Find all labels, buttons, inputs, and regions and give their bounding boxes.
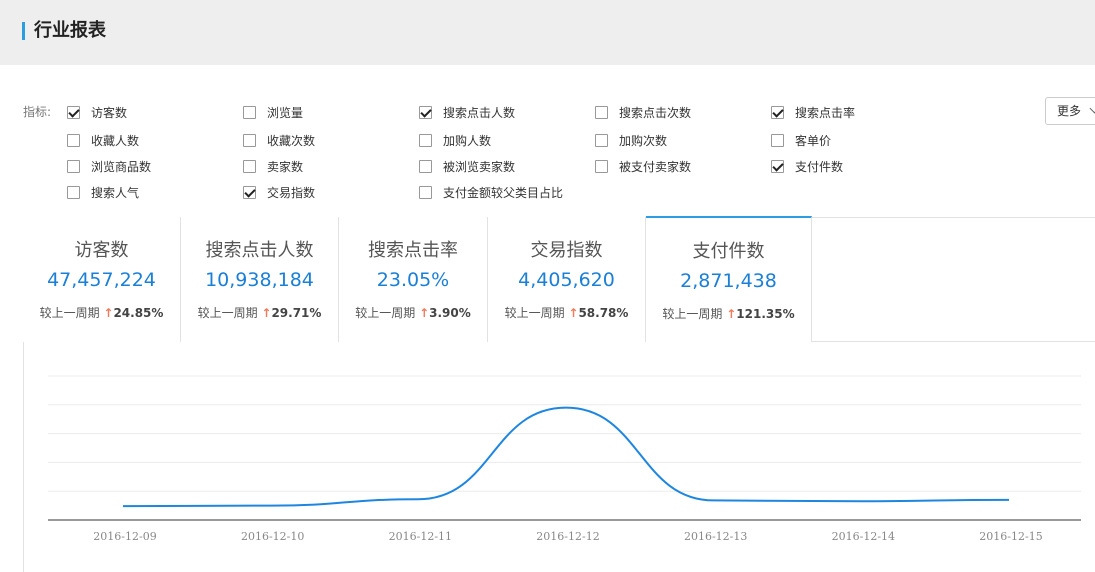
x-tick-label: 2016-12-14 xyxy=(832,530,895,543)
x-tick-label: 2016-12-10 xyxy=(241,530,304,543)
trend-chart: 2016-12-09 2016-12-10 2016-12-11 2016-12-12… xyxy=(48,375,1081,543)
x-tick-label: 2016-12-12 xyxy=(536,530,599,543)
data-point[interactable] xyxy=(858,498,864,504)
data-point[interactable] xyxy=(415,496,421,502)
data-point[interactable] xyxy=(563,405,569,411)
x-tick-label: 2016-12-13 xyxy=(684,530,747,543)
x-tick-label: 2016-12-09 xyxy=(93,530,156,543)
data-point[interactable] xyxy=(1006,497,1012,503)
data-point[interactable] xyxy=(120,503,126,509)
x-tick-label: 2016-12-11 xyxy=(389,530,452,543)
x-tick-label: 2016-12-15 xyxy=(979,530,1042,543)
data-point[interactable] xyxy=(711,497,717,503)
data-point[interactable] xyxy=(268,503,274,509)
